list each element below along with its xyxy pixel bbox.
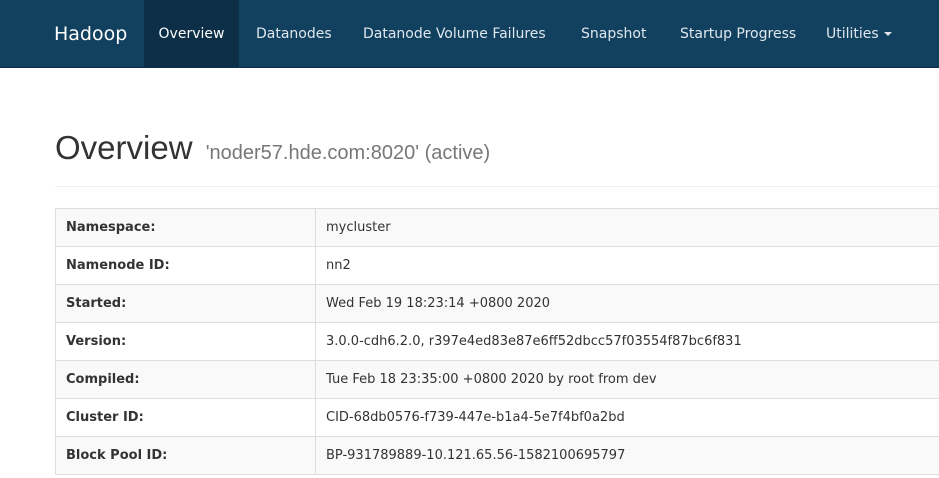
row-key: Namenode ID: (55, 246, 316, 285)
brand-logo[interactable]: Hadoop (54, 0, 127, 68)
page-title-text: Overview (55, 129, 193, 166)
nav-snapshot[interactable]: Snapshot (581, 0, 646, 68)
table-row: Namespace: mycluster (55, 208, 939, 247)
nav-startup-progress-label: Startup Progress (680, 26, 797, 42)
row-key: Namespace: (55, 208, 316, 247)
overview-summary-table: Namespace: mycluster Namenode ID: nn2 St… (55, 208, 939, 475)
table-row: Block Pool ID: BP-931789889-10.121.65.56… (55, 436, 939, 475)
row-value: BP-931789889-10.121.65.56-1582100695797 (315, 436, 939, 475)
table-row: Cluster ID: CID-68db0576-f739-447e-b1a4-… (55, 398, 939, 437)
row-key: Started: (55, 284, 316, 323)
caret-down-icon (883, 32, 892, 36)
nav-snapshot-label: Snapshot (581, 26, 647, 42)
row-value: nn2 (315, 246, 939, 285)
row-value: Tue Feb 18 23:35:00 +0800 2020 by root f… (315, 360, 939, 399)
page-subtitle: 'noder57.hde.com:8020' (active) (205, 142, 491, 164)
row-value: Wed Feb 19 18:23:14 +0800 2020 (315, 284, 939, 323)
table-row: Started: Wed Feb 19 18:23:14 +0800 2020 (55, 284, 939, 323)
row-key: Block Pool ID: (55, 436, 316, 475)
row-key: Compiled: (55, 360, 316, 399)
nav-utilities-dropdown[interactable]: Utilities (826, 0, 892, 68)
nav-overview[interactable]: Overview (144, 0, 239, 68)
nav-datanode-volume-failures-label: Datanode Volume Failures (363, 26, 546, 42)
nav-startup-progress[interactable]: Startup Progress (680, 0, 796, 68)
row-value: 3.0.0-cdh6.2.0, r397e4ed83e87e6ff52dbcc5… (315, 322, 939, 361)
page-header: Overview 'noder57.hde.com:8020' (active) (55, 128, 939, 187)
nav-datanodes-label: Datanodes (256, 26, 332, 42)
top-navbar: Hadoop Overview Datanodes Datanode Volum… (0, 0, 939, 68)
row-value: CID-68db0576-f739-447e-b1a4-5e7f4bf0a2bd (315, 398, 939, 437)
nav-datanode-volume-failures[interactable]: Datanode Volume Failures (363, 0, 546, 68)
nav-utilities-label: Utilities (826, 26, 879, 42)
nav-datanodes[interactable]: Datanodes (256, 0, 332, 68)
row-key: Version: (55, 322, 316, 361)
table-row: Version: 3.0.0-cdh6.2.0, r397e4ed83e87e6… (55, 322, 939, 361)
table-row: Namenode ID: nn2 (55, 246, 939, 285)
nav-overview-label: Overview (158, 26, 225, 42)
table-row: Compiled: Tue Feb 18 23:35:00 +0800 2020… (55, 360, 939, 399)
row-value: mycluster (315, 208, 939, 247)
row-key: Cluster ID: (55, 398, 316, 437)
page-title: Overview 'noder57.hde.com:8020' (active) (55, 128, 939, 173)
